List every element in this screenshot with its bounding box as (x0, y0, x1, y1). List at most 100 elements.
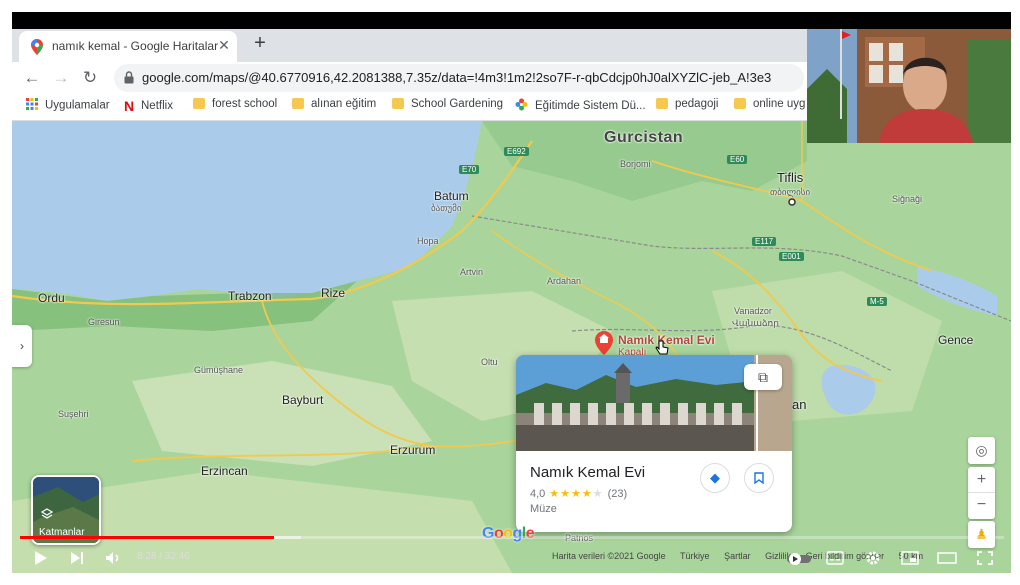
bookmark-label: online uyg (753, 98, 806, 110)
folder-icon (392, 98, 404, 110)
bookmark-school-gardening[interactable]: School Gardening (392, 98, 503, 116)
map-label-tiflis-local: თბილისი (770, 187, 811, 197)
bookmark-pedagoji[interactable]: pedagoji (656, 98, 718, 116)
subtitles-icon[interactable] (824, 547, 846, 569)
folder-icon (656, 98, 668, 110)
bookmark-label: Netflix (141, 100, 173, 113)
bookmark-online-uyg[interactable]: online uyg (734, 98, 805, 116)
folder-icon (734, 98, 746, 110)
map-label-erzincan: Erzincan (201, 464, 248, 478)
museum-pin-icon[interactable] (595, 331, 613, 355)
play-icon[interactable] (32, 547, 50, 569)
side-panel-toggle-button[interactable]: › (12, 325, 32, 367)
next-video-icon[interactable] (68, 547, 86, 569)
map-label-tiflis: Tiflis (777, 170, 804, 185)
map-label-susehri: Suşehri (58, 409, 89, 419)
address-bar[interactable]: google.com/maps/@40.6770916,42.2081388,7… (114, 64, 804, 92)
miniplayer-icon[interactable] (899, 547, 921, 569)
zoom-in-button[interactable]: + (968, 467, 995, 493)
video-controls: 8:28 / 32:46 (12, 542, 1011, 573)
map-terrain (12, 121, 1011, 573)
presenter-video (807, 29, 1011, 143)
back-arrow-icon[interactable]: ← (21, 67, 43, 89)
map-label-ardahan: Ardahan (547, 276, 582, 286)
bookmark-egitimde-sistem[interactable]: Eğitimde Sistem Dü... (515, 98, 646, 116)
road-shield: E70 (459, 165, 480, 174)
video-progress-bar[interactable] (20, 536, 1004, 539)
map-label-batum: Batum (434, 189, 469, 203)
road-shield: E001 (779, 252, 804, 261)
star-rating-icon: ★★★★★ (549, 488, 604, 500)
bookmark-label: alınan eğitim (311, 98, 377, 110)
map-label-borjomi: Borjomi (620, 159, 651, 169)
layers-icon (40, 507, 54, 525)
autoplay-toggle[interactable] (787, 547, 813, 569)
review-count[interactable]: (23) (608, 488, 628, 500)
reload-icon[interactable]: ↻ (79, 67, 101, 89)
bookmark-label: Eğitimde Sistem Dü... (535, 100, 646, 113)
map-label-oltu: Oltu (481, 357, 498, 367)
bookmark-label: pedagoji (675, 98, 719, 110)
road-shield: E692 (504, 147, 529, 156)
map-label-gumushane: Gümüşhane (194, 365, 244, 375)
new-tab-icon[interactable]: + (249, 32, 271, 55)
webcam-overlay (807, 29, 1011, 143)
bookmark-label: forest school (212, 98, 278, 110)
apps-grid-icon (26, 98, 38, 113)
road-shield: E60 (727, 155, 748, 164)
map-label-vanadzor: Vanadzor (734, 306, 772, 316)
road-shield: M-5 (867, 297, 887, 306)
map-label-giresun: Giresun (88, 317, 120, 327)
bookmark-netflix[interactable]: N Netflix (124, 98, 173, 116)
road-shield: E117 (752, 237, 777, 246)
map-label-gence: Gence (938, 333, 974, 347)
bookmark-alinan-egitim[interactable]: alınan eğitim (292, 98, 376, 116)
bookmark-forest-school[interactable]: forest school (193, 98, 277, 116)
zoom-controls: + − (968, 467, 995, 519)
google-maps-icon (31, 39, 43, 60)
map-label-batum-local: ბათუმი (431, 203, 462, 213)
google-logo: Google (482, 525, 535, 542)
my-location-button[interactable]: ◎ (968, 437, 995, 464)
folder-icon (292, 98, 304, 110)
map-label-erzurum: Erzurum (390, 443, 436, 457)
url-text: google.com/maps/@40.6770916,42.2081388,7… (142, 70, 772, 85)
bookmark-apps[interactable]: Uygulamalar (26, 98, 110, 116)
bookmark-label: School Gardening (411, 98, 504, 110)
capital-marker-icon (788, 198, 796, 206)
map-label-bayburt: Bayburt (282, 393, 324, 407)
zoom-out-button[interactable]: − (968, 493, 995, 519)
map-label-ordu: Ordu (38, 291, 65, 305)
video-time: 8:28 / 32:46 (137, 551, 190, 562)
map-label-gurcistan: Gurcistan (604, 129, 684, 146)
browser-tab[interactable]: namık kemal - Google Haritalar ✕ (19, 31, 237, 62)
map-label-rize: Rize (321, 286, 346, 300)
map-label-hopa: Hopa (417, 236, 439, 246)
flower-icon (515, 98, 528, 114)
map-label-an-partial: an (792, 397, 807, 412)
directions-button[interactable]: ◆ (700, 463, 730, 493)
place-category: Müze (530, 503, 557, 515)
place-rating-row: 4,0 ★★★★★ (23) (530, 487, 627, 500)
place-name[interactable]: Namık Kemal Evi (530, 464, 645, 481)
place-info-card[interactable]: ⧉ Namık Kemal Evi 4,0 ★★★★★ (23) Müze ◆ (516, 355, 792, 532)
bookmark-label: Uygulamalar (45, 99, 110, 112)
forward-arrow-icon[interactable]: → (50, 67, 72, 89)
folder-icon (193, 98, 205, 110)
tab-title: namık kemal - Google Haritalar (52, 39, 219, 53)
map-label-trabzon: Trabzon (228, 289, 272, 303)
map-label-artvin: Artvin (460, 267, 484, 277)
open-external-icon[interactable]: ⧉ (744, 364, 782, 390)
close-tab-icon[interactable]: ✕ (215, 36, 233, 54)
volume-icon[interactable] (104, 547, 122, 569)
map-label-signagi: Siğnaği (892, 194, 923, 204)
save-bookmark-button[interactable] (744, 463, 774, 493)
layers-button[interactable]: Katmanlar (31, 475, 101, 545)
settings-gear-icon[interactable] (862, 547, 884, 569)
map-label-vanadzor-local: Վանաձոր (732, 318, 779, 328)
netflix-icon: N (124, 98, 135, 114)
video-frame: namık kemal - Google Haritalar ✕ + ← → ↻… (12, 12, 1011, 573)
map-canvas[interactable]: › Gurcistan Batum ბათუმი Tiflis თბილისი … (12, 121, 1011, 573)
fullscreen-icon[interactable] (974, 547, 996, 569)
theater-mode-icon[interactable] (936, 547, 958, 569)
